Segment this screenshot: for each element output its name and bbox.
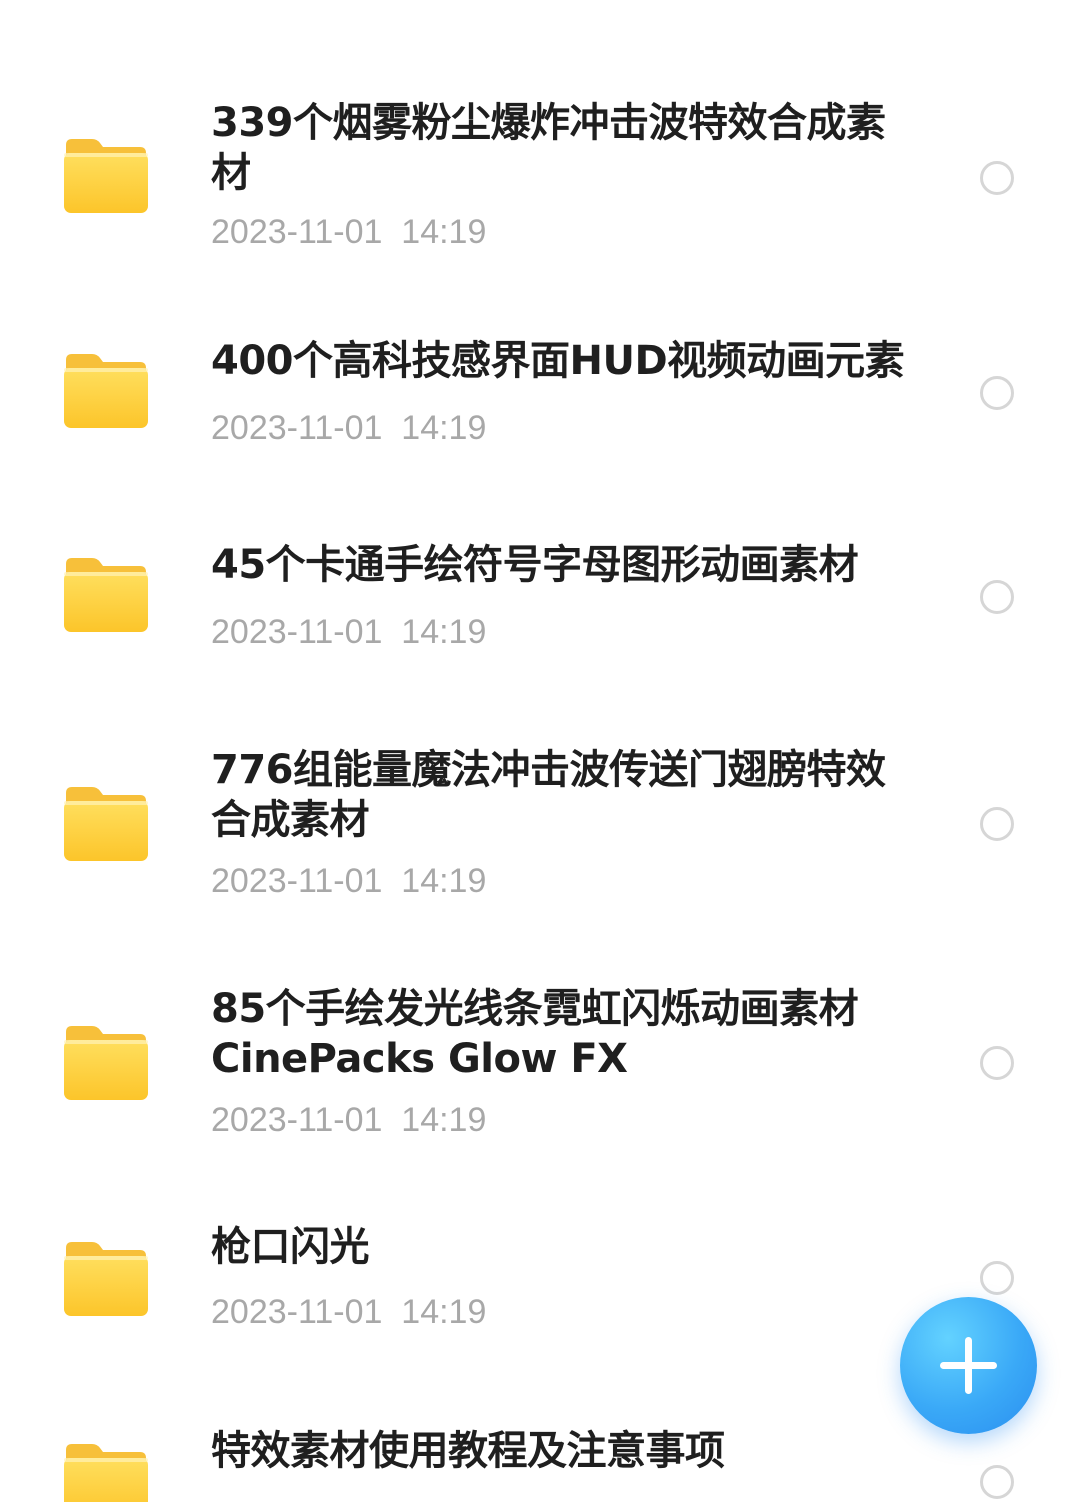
select-radio[interactable] <box>980 807 1014 841</box>
file-text: 85个手绘发光线条霓虹闪烁动画素材 CinePacks Glow FX 2023… <box>211 984 921 1140</box>
file-date: 2023-11-01 14:19 <box>211 613 487 651</box>
file-name: 339个烟雾粉尘爆炸冲击波特效合成素材 <box>211 100 886 196</box>
list-item[interactable]: 776组能量魔法冲击波传送门翅膀特效合成素材 2023-11-01 14:19 <box>0 745 1078 915</box>
folder-icon <box>62 1442 148 1502</box>
add-button[interactable] <box>900 1297 1037 1434</box>
file-date: 2023-11-01 14:19 <box>211 409 487 447</box>
file-name: 枪口闪光 <box>211 1224 370 1270</box>
select-radio[interactable] <box>980 1046 1014 1080</box>
file-text: 400个高科技感界面HUD视频动画元素 2023-11-01 14:19 <box>211 336 921 448</box>
select-radio[interactable] <box>980 580 1014 614</box>
select-radio[interactable] <box>980 1465 1014 1499</box>
folder-icon <box>62 785 148 863</box>
plus-icon <box>940 1337 997 1394</box>
file-browser-page: 339个烟雾粉尘爆炸冲击波特效合成素材 2023-11-01 14:19 400… <box>0 0 1078 1502</box>
select-radio[interactable] <box>980 1261 1014 1295</box>
select-radio[interactable] <box>980 161 1014 195</box>
file-text: 776组能量魔法冲击波传送门翅膀特效合成素材 2023-11-01 14:19 <box>211 745 921 901</box>
folder-icon <box>62 1024 148 1102</box>
list-item[interactable]: 特效素材使用教程及注意事项 <box>0 1426 1078 1502</box>
file-text: 枪口闪光 2023-11-01 14:19 <box>211 1222 921 1332</box>
file-name: 45个卡通手绘符号字母图形动画素材 <box>211 542 859 588</box>
list-item[interactable]: 45个卡通手绘符号字母图形动画素材 2023-11-01 14:19 <box>0 540 1078 660</box>
folder-icon <box>62 137 148 215</box>
file-text: 45个卡通手绘符号字母图形动画素材 2023-11-01 14:19 <box>211 540 921 652</box>
file-name: 85个手绘发光线条霓虹闪烁动画素材 CinePacks Glow FX <box>211 986 859 1082</box>
file-text: 339个烟雾粉尘爆炸冲击波特效合成素材 2023-11-01 14:19 <box>211 98 921 252</box>
list-item[interactable]: 400个高科技感界面HUD视频动画元素 2023-11-01 14:19 <box>0 336 1078 456</box>
file-date: 2023-11-01 14:19 <box>211 862 487 900</box>
file-name: 776组能量魔法冲击波传送门翅膀特效合成素材 <box>211 747 886 843</box>
folder-icon <box>62 556 148 634</box>
file-name: 特效素材使用教程及注意事项 <box>211 1428 725 1474</box>
file-list: 339个烟雾粉尘爆炸冲击波特效合成素材 2023-11-01 14:19 400… <box>0 0 1078 1502</box>
file-name: 400个高科技感界面HUD视频动画元素 <box>211 338 905 384</box>
folder-icon <box>62 352 148 430</box>
file-text: 特效素材使用教程及注意事项 <box>211 1426 921 1476</box>
list-item[interactable]: 85个手绘发光线条霓虹闪烁动画素材 CinePacks Glow FX 2023… <box>0 984 1078 1154</box>
list-item[interactable]: 339个烟雾粉尘爆炸冲击波特效合成素材 2023-11-01 14:19 <box>0 98 1078 268</box>
folder-icon <box>62 1240 148 1318</box>
select-radio[interactable] <box>980 376 1014 410</box>
file-date: 2023-11-01 14:19 <box>211 1293 487 1331</box>
file-date: 2023-11-01 14:19 <box>211 1101 487 1139</box>
file-date: 2023-11-01 14:19 <box>211 213 487 251</box>
